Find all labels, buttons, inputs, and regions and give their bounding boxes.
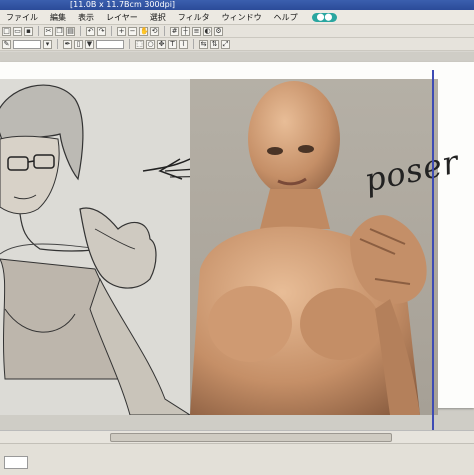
menu-file[interactable]: ファイル xyxy=(4,12,40,23)
layer-icon[interactable]: ≡ xyxy=(192,26,201,36)
cut-icon[interactable]: ✂ xyxy=(44,26,53,36)
lasso-icon[interactable]: ○ xyxy=(146,39,155,49)
poser-render-image xyxy=(190,79,438,415)
tool-options-bar: ✎ ▾ ✒ ▯ ▼ ⬚ ○ ✥ T ⌇ ⇆ ⇅ ⤢ xyxy=(0,38,474,51)
palette-icon[interactable]: ◐ xyxy=(203,26,212,36)
toolbar-divider xyxy=(38,26,39,36)
chevron-down-icon[interactable]: ▾ xyxy=(43,39,52,49)
flip-vertical-icon[interactable]: ⇅ xyxy=(210,39,219,49)
toolbar-divider xyxy=(129,39,130,49)
zoom-out-icon[interactable]: − xyxy=(128,26,137,36)
hand-tool-icon[interactable]: ✋ xyxy=(139,26,149,36)
main-toolbar: □ ▭ ▪ ✂ ❐ ▤ ↶ ↷ + − ✋ ⟲ # ┼ ≡ ◐ ⚙ xyxy=(0,25,474,38)
save-icon[interactable]: ▪ xyxy=(24,26,33,36)
eyedropper-icon[interactable]: ⌇ xyxy=(179,39,188,49)
zoom-field[interactable] xyxy=(4,456,28,469)
toolbar-divider xyxy=(193,39,194,49)
window-title-bar: [11.0B x 11.7Bcm 300dpi] xyxy=(0,0,474,10)
menu-help[interactable]: ヘルプ xyxy=(272,12,300,23)
settings-icon[interactable]: ⚙ xyxy=(214,26,223,36)
move-icon[interactable]: ✥ xyxy=(157,39,166,49)
new-file-icon[interactable]: □ xyxy=(2,26,11,36)
brush-icon[interactable]: ✎ xyxy=(2,39,11,49)
menu-edit[interactable]: 編集 xyxy=(48,12,68,23)
menu-select[interactable]: 選択 xyxy=(148,12,168,23)
flip-horizontal-icon[interactable]: ⇆ xyxy=(199,39,208,49)
transform-icon[interactable]: ⤢ xyxy=(221,39,230,49)
toolbar-divider xyxy=(80,26,81,36)
fill-icon[interactable]: ▼ xyxy=(85,39,94,49)
sketch-image xyxy=(0,79,190,415)
pen-icon[interactable]: ✒ xyxy=(63,39,72,49)
copy-icon[interactable]: ❐ xyxy=(55,26,64,36)
status-bar xyxy=(0,443,474,475)
open-file-icon[interactable]: ▭ xyxy=(13,26,22,36)
ruler-icon[interactable]: ┼ xyxy=(181,26,190,36)
menu-bar: ファイル 編集 表示 レイヤー 選択 フィルタ ウィンドウ ヘルプ ⬤⬤ xyxy=(0,10,474,25)
zoom-in-icon[interactable]: + xyxy=(117,26,126,36)
eraser-icon[interactable]: ▯ xyxy=(74,39,83,49)
rotate-icon[interactable]: ⟲ xyxy=(150,26,159,36)
undo-icon[interactable]: ↶ xyxy=(86,26,95,36)
menu-layer[interactable]: レイヤー xyxy=(104,12,140,23)
brush-size-select[interactable] xyxy=(13,39,41,49)
text-tool-icon[interactable]: T xyxy=(168,39,177,49)
toolbar-divider xyxy=(111,26,112,36)
drawing-paper[interactable]: poser xyxy=(0,62,474,415)
paste-icon[interactable]: ▤ xyxy=(66,26,75,36)
opacity-select[interactable] xyxy=(96,39,124,49)
vertical-guide-line[interactable] xyxy=(432,70,434,436)
toolbar-divider xyxy=(57,39,58,49)
menu-window[interactable]: ウィンドウ xyxy=(220,12,264,23)
toolbar-divider xyxy=(164,26,165,36)
grid-icon[interactable]: # xyxy=(170,26,179,36)
menu-view[interactable]: 表示 xyxy=(76,12,96,23)
redo-icon[interactable]: ↷ xyxy=(97,26,106,36)
mode-badge[interactable]: ⬤⬤ xyxy=(311,12,338,22)
horizontal-scrollbar[interactable] xyxy=(0,430,474,443)
canvas-area[interactable]: poser xyxy=(0,52,474,430)
menu-filter[interactable]: フィルタ xyxy=(176,12,212,23)
scrollbar-thumb[interactable] xyxy=(110,433,392,442)
window-title: [11.0B x 11.7Bcm 300dpi] xyxy=(70,0,176,9)
selection-rect-icon[interactable]: ⬚ xyxy=(135,39,144,49)
